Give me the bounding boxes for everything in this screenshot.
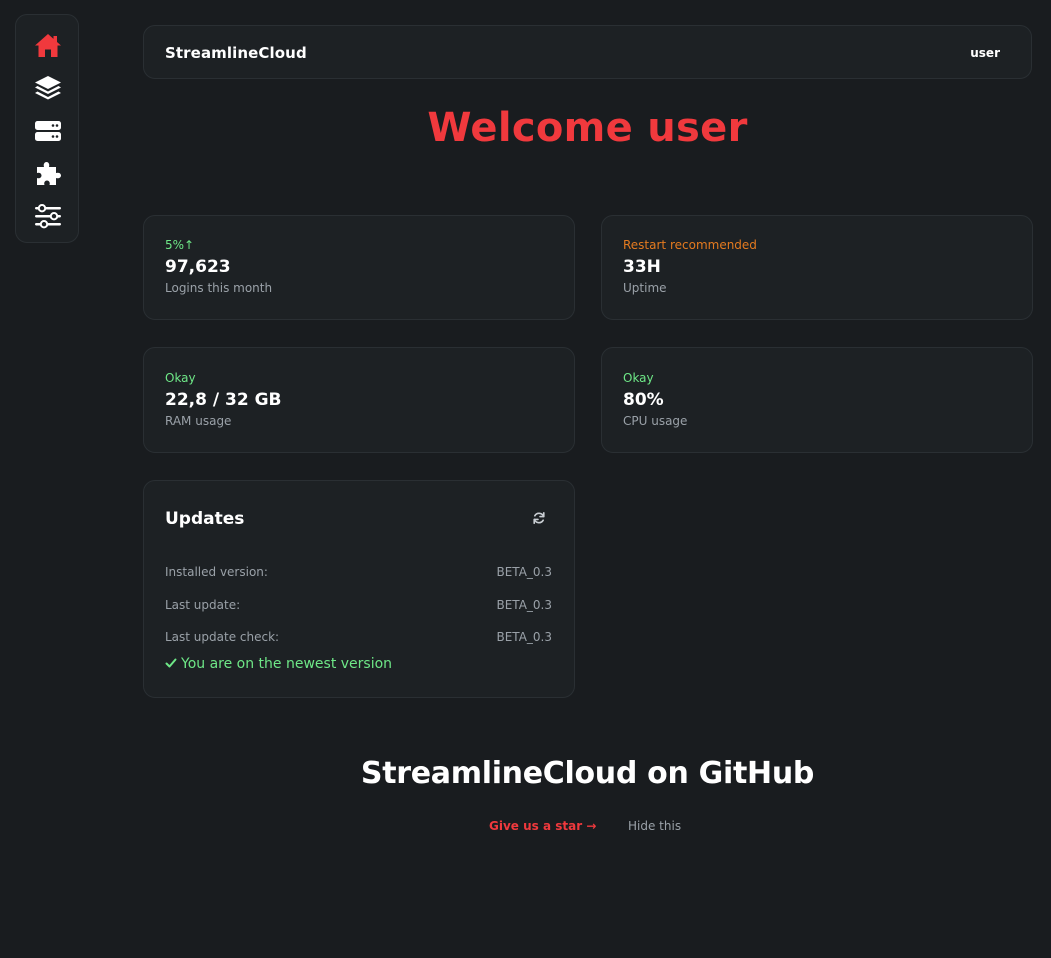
update-row-label: Last update check: xyxy=(165,630,280,644)
update-status-text: You are on the newest version xyxy=(181,656,393,672)
updates-title: Updates xyxy=(165,509,245,529)
sidebar xyxy=(15,14,79,243)
stat-value: 22,8 / 32 GB xyxy=(165,390,282,410)
update-row-label: Installed version: xyxy=(165,565,268,579)
update-row-value: BETA_0.3 xyxy=(496,630,552,644)
nav-layers[interactable] xyxy=(33,73,63,103)
hide-github-button[interactable]: Hide this xyxy=(628,819,681,833)
server-icon xyxy=(35,121,61,141)
stat-label: RAM usage xyxy=(165,414,232,428)
update-status: You are on the newest version xyxy=(165,656,392,672)
stat-card-cpu: Okay 80% CPU usage xyxy=(601,347,1033,453)
nav-home[interactable] xyxy=(33,31,63,61)
stat-status: Restart recommended xyxy=(623,238,757,252)
stat-label: Logins this month xyxy=(165,281,273,295)
stat-card-uptime: Restart recommended 33H Uptime xyxy=(601,215,1033,320)
puzzle-icon xyxy=(37,162,61,185)
brand-name: StreamlineCloud xyxy=(165,44,307,62)
home-icon xyxy=(35,34,61,57)
stat-value: 97,623 xyxy=(165,257,231,277)
stat-card-logins: 5%↑ 97,623 Logins this month xyxy=(143,215,575,320)
stat-status: 5%↑ xyxy=(165,238,195,252)
stat-value: 80% xyxy=(623,390,664,410)
stat-status: Okay xyxy=(623,371,654,385)
stat-label: CPU usage xyxy=(623,414,688,428)
nav-servers[interactable] xyxy=(33,116,63,146)
update-row-value: BETA_0.3 xyxy=(496,565,552,579)
top-bar: StreamlineCloud user xyxy=(143,25,1032,79)
github-heading: StreamlineCloud on GitHub xyxy=(360,756,815,791)
stat-value: 33H xyxy=(623,257,661,277)
layers-icon xyxy=(35,76,61,100)
sliders-icon xyxy=(35,203,61,229)
user-menu[interactable]: user xyxy=(970,46,1000,60)
check-icon xyxy=(165,658,177,668)
update-row-value: BETA_0.3 xyxy=(496,598,552,612)
nav-plugins[interactable] xyxy=(33,159,63,189)
nav-settings[interactable] xyxy=(33,201,63,231)
refresh-icon[interactable] xyxy=(532,511,546,525)
give-star-link[interactable]: Give us a star → xyxy=(489,819,596,833)
stat-card-ram: Okay 22,8 / 32 GB RAM usage xyxy=(143,347,575,453)
update-row-label: Last update: xyxy=(165,598,241,612)
updates-card: Updates Installed version: BETA_0.3 Last… xyxy=(143,480,575,698)
stat-status: Okay xyxy=(165,371,196,385)
welcome-heading: Welcome user xyxy=(427,105,748,151)
stat-label: Uptime xyxy=(623,281,667,295)
